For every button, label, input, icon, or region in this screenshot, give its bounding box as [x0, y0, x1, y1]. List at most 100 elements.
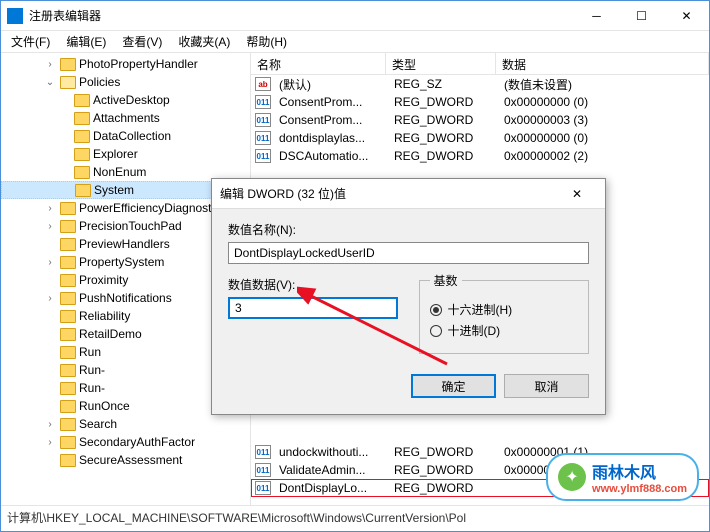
edit-dword-dialog: 编辑 DWORD (32 位)值 ✕ 数值名称(N): 数值数据(V): 基数 …	[211, 178, 606, 415]
ok-button[interactable]: 确定	[411, 374, 496, 398]
tree-label: System	[94, 183, 134, 197]
value-data: 0x00000000 (0)	[498, 95, 709, 109]
dword-value-icon: 011	[255, 445, 271, 459]
list-row[interactable]: 011ConsentProm...REG_DWORD0x00000003 (3)	[251, 111, 709, 129]
folder-icon	[60, 292, 76, 305]
list-row[interactable]: 011ConsentProm...REG_DWORD0x00000000 (0)	[251, 93, 709, 111]
folder-icon	[60, 346, 76, 359]
tree-item[interactable]: ActiveDesktop	[1, 91, 250, 109]
tree-item[interactable]: ›SecondaryAuthFactor	[1, 433, 250, 451]
value-data: 0x00000003 (3)	[498, 113, 709, 127]
chevron-right-icon[interactable]: ›	[43, 437, 57, 448]
tree-label: Proximity	[79, 273, 128, 287]
dialog-title: 编辑 DWORD (32 位)值	[220, 185, 557, 202]
chevron-down-icon[interactable]: ⌄	[43, 77, 57, 88]
tree-item[interactable]: SecureAssessment	[1, 451, 250, 469]
minimize-button[interactable]: ─	[574, 1, 619, 30]
tree-item[interactable]: Attachments	[1, 109, 250, 127]
base-legend: 基数	[430, 272, 462, 289]
dialog-titlebar: 编辑 DWORD (32 位)值 ✕	[212, 179, 605, 209]
value-type: REG_DWORD	[388, 445, 498, 459]
folder-icon	[60, 238, 76, 251]
folder-icon	[60, 220, 76, 233]
value-type: REG_DWORD	[388, 149, 498, 163]
chevron-right-icon[interactable]: ›	[43, 59, 57, 70]
tree-item[interactable]: ›Search	[1, 415, 250, 433]
value-data-input[interactable]	[228, 297, 398, 319]
watermark: ✦ 雨林木风 www.ylmf888.com	[546, 453, 699, 501]
folder-icon	[60, 58, 76, 71]
dword-value-icon: 011	[255, 113, 271, 127]
column-type[interactable]: 类型	[386, 53, 496, 74]
tree-item[interactable]: Explorer	[1, 145, 250, 163]
tree-label: PrecisionTouchPad	[79, 219, 182, 233]
tree-label: ActiveDesktop	[93, 93, 170, 107]
value-name: ConsentProm...	[273, 113, 388, 127]
folder-icon	[60, 364, 76, 377]
column-name[interactable]: 名称	[251, 53, 386, 74]
menu-edit[interactable]: 编辑(E)	[60, 31, 112, 52]
value-type: REG_DWORD	[388, 113, 498, 127]
value-name: DSCAutomatio...	[273, 149, 388, 163]
folder-icon	[75, 184, 91, 197]
tree-item[interactable]: DataCollection	[1, 127, 250, 145]
maximize-button[interactable]: ☐	[619, 1, 664, 30]
value-name: dontdisplaylas...	[273, 131, 388, 145]
list-header: 名称 类型 数据	[251, 53, 709, 75]
tree-label: RunOnce	[79, 399, 130, 413]
column-data[interactable]: 数据	[496, 53, 709, 74]
watermark-icon: ✦	[558, 463, 586, 491]
menu-file[interactable]: 文件(F)	[5, 31, 56, 52]
chevron-right-icon[interactable]: ›	[43, 203, 57, 214]
folder-icon	[60, 274, 76, 287]
menubar: 文件(F) 编辑(E) 查看(V) 收藏夹(A) 帮助(H)	[1, 31, 709, 53]
chevron-right-icon[interactable]: ›	[43, 419, 57, 430]
list-row[interactable]: 011DSCAutomatio...REG_DWORD0x00000002 (2…	[251, 147, 709, 165]
tree-label: PropertySystem	[79, 255, 164, 269]
dword-value-icon: 011	[255, 481, 271, 495]
window-title: 注册表编辑器	[29, 7, 574, 24]
list-row[interactable]: 011dontdisplaylas...REG_DWORD0x00000000 …	[251, 129, 709, 147]
value-name: ConsentProm...	[273, 95, 388, 109]
value-type: REG_DWORD	[388, 481, 498, 495]
value-type: REG_DWORD	[388, 95, 498, 109]
folder-icon	[60, 400, 76, 413]
tree-label: SecureAssessment	[79, 453, 182, 467]
close-button[interactable]: ✕	[664, 1, 709, 30]
folder-icon	[60, 328, 76, 341]
list-row[interactable]: ab(默认)REG_SZ(数值未设置)	[251, 75, 709, 93]
menu-help[interactable]: 帮助(H)	[240, 31, 293, 52]
tree-label: Explorer	[93, 147, 138, 161]
radio-dec-label: 十进制(D)	[448, 322, 501, 339]
chevron-right-icon[interactable]: ›	[43, 221, 57, 232]
tree-label: PowerEfficiencyDiagnostics	[79, 201, 226, 215]
folder-icon	[74, 166, 90, 179]
value-type: REG_DWORD	[388, 463, 498, 477]
value-name-input[interactable]	[228, 242, 589, 264]
radio-hex[interactable]	[430, 304, 442, 316]
folder-icon	[60, 202, 76, 215]
tree-item[interactable]: ⌄ Policies	[1, 73, 250, 91]
value-data: 0x00000002 (2)	[498, 149, 709, 163]
chevron-right-icon[interactable]: ›	[43, 257, 57, 268]
folder-icon	[74, 148, 90, 161]
dword-value-icon: 011	[255, 131, 271, 145]
radio-dec[interactable]	[430, 325, 442, 337]
base-fieldset: 基数 十六进制(H) 十进制(D)	[419, 272, 590, 354]
radio-hex-row[interactable]: 十六进制(H)	[430, 301, 579, 318]
value-name: DontDisplayLo...	[273, 481, 388, 495]
tree-item[interactable]: ›PhotoPropertyHandler	[1, 55, 250, 73]
dialog-close-button[interactable]: ✕	[557, 187, 597, 201]
tree-label: Attachments	[93, 111, 160, 125]
menu-favorites[interactable]: 收藏夹(A)	[172, 31, 236, 52]
watermark-brand: 雨林木风	[592, 459, 687, 483]
tree-label: Run-	[79, 363, 105, 377]
radio-dec-row[interactable]: 十进制(D)	[430, 322, 579, 339]
tree-label: Run-	[79, 381, 105, 395]
cancel-button[interactable]: 取消	[504, 374, 589, 398]
tree-label: Policies	[79, 75, 120, 89]
tree-label: Run	[79, 345, 101, 359]
menu-view[interactable]: 查看(V)	[116, 31, 168, 52]
chevron-right-icon[interactable]: ›	[43, 293, 57, 304]
folder-icon	[74, 94, 90, 107]
